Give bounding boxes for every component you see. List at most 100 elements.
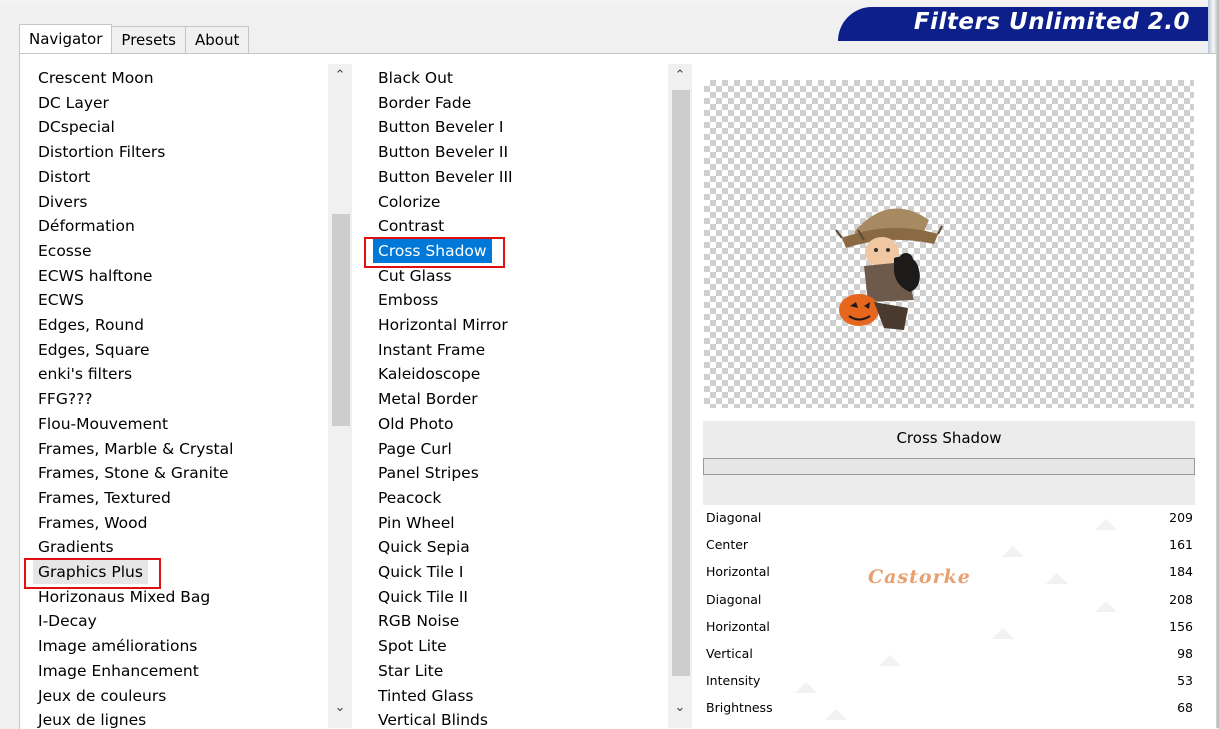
parameter-value: 68 [1177, 700, 1193, 716]
list-item[interactable]: DC Layer [24, 91, 109, 115]
list-item[interactable]: Page Curl [364, 437, 452, 461]
parameter-value: 53 [1177, 673, 1193, 689]
list-item[interactable]: Pin Wheel [364, 511, 455, 535]
list-item[interactable]: Frames, Wood [24, 511, 147, 535]
list-item[interactable]: Contrast [364, 214, 444, 238]
list-item[interactable]: Quick Tile I [364, 560, 463, 584]
tab-presets[interactable]: Presets [111, 26, 186, 53]
chevron-up-icon[interactable]: ⌃ [328, 64, 352, 88]
chevron-down-icon[interactable]: ⌄ [328, 696, 352, 720]
list-item[interactable]: Quick Sepia [364, 535, 470, 559]
list-item[interactable]: Horizonaus Mixed Bag [24, 585, 210, 609]
list-item[interactable]: Instant Frame [364, 338, 485, 362]
list-item[interactable]: Black Out [364, 66, 453, 90]
parameter-name: Horizontal [706, 564, 770, 580]
parameter-name: Horizontal [706, 618, 770, 634]
list-item[interactable]: DCspecial [24, 115, 115, 139]
slider-marker [1046, 573, 1069, 585]
list-item[interactable]: Kaleidoscope [364, 362, 480, 386]
parameter-row[interactable]: Center 161 [703, 532, 1195, 559]
list-item[interactable]: Gradients [24, 535, 114, 559]
list-item[interactable]: Distort [24, 165, 90, 189]
list-item[interactable]: Ecosse [24, 239, 92, 263]
filter-list[interactable]: Black Out Border Fade Button Beveler I Butt… [364, 64, 666, 728]
list-item[interactable]: Image Enhancement [24, 659, 199, 683]
parameter-row[interactable]: Horizontal 156 [703, 614, 1195, 641]
list-item[interactable]: Cut Glass [364, 264, 452, 288]
list-item[interactable]: enki's filters [24, 362, 132, 386]
list-item[interactable]: Jeux de couleurs [24, 684, 166, 708]
list-item[interactable]: ECWS halftone [24, 264, 152, 288]
watermark-text: Castorke [868, 566, 971, 588]
list-item[interactable]: Edges, Square [24, 338, 150, 362]
parameter-value: 208 [1169, 591, 1193, 607]
tab-navigator[interactable]: Navigator [19, 24, 113, 53]
list-item[interactable]: Button Beveler I [364, 115, 503, 139]
list-item[interactable]: Panel Stripes [364, 461, 479, 485]
list-item[interactable]: Star Lite [364, 659, 443, 683]
category-scroll-thumb[interactable] [332, 214, 350, 426]
slider-marker [878, 655, 901, 666]
parameter-value: 184 [1169, 564, 1193, 580]
parameter-name: Center [706, 537, 749, 553]
slider-marker [824, 709, 847, 721]
list-item[interactable]: Déformation [24, 214, 135, 238]
list-item[interactable]: Vertical Blinds [364, 708, 488, 728]
parameter-row[interactable]: Vertical 98 [703, 641, 1195, 668]
list-item[interactable]: Graphics Plus [33, 560, 148, 584]
list-item[interactable]: Metal Border [364, 387, 478, 411]
category-list[interactable]: Crescent Moon DC Layer DCspecial Distortion… [24, 64, 326, 728]
parameter-name: Diagonal [706, 591, 762, 607]
list-item[interactable]: Quick Tile II [364, 585, 468, 609]
list-item[interactable]: Flou-Mouvement [24, 412, 168, 436]
list-item[interactable]: Horizontal Mirror [364, 313, 508, 337]
list-item[interactable]: Distortion Filters [24, 140, 165, 164]
parameter-value: 209 [1169, 510, 1193, 525]
slider-marker [795, 682, 818, 694]
list-item[interactable]: Button Beveler III [364, 165, 513, 189]
list-item[interactable]: Emboss [364, 288, 438, 312]
category-scrollbar[interactable]: ⌃ ⌄ [328, 64, 352, 728]
list-item[interactable]: I-Decay [24, 609, 97, 633]
list-item[interactable]: Frames, Textured [24, 486, 171, 510]
list-item[interactable]: Button Beveler II [364, 140, 508, 164]
list-item[interactable]: Divers [24, 190, 87, 214]
parameter-row[interactable]: Diagonal 208 [703, 587, 1195, 614]
filters-unlimited-dialog: Filters Unlimited 2.0 Navigator Presets … [0, 0, 1219, 729]
list-item[interactable]: Spot Lite [364, 634, 447, 658]
banner-title: Filters Unlimited 2.0 [913, 9, 1190, 35]
filter-name-label: Cross Shadow [896, 429, 1002, 447]
chevron-down-icon[interactable]: ⌄ [668, 696, 692, 720]
preview-canvas [704, 80, 1194, 408]
parameter-name: Brightness [706, 700, 773, 716]
list-item[interactable]: Jeux de lignes [24, 708, 146, 728]
list-item[interactable]: Edges, Round [24, 313, 144, 337]
parameter-row[interactable]: Diagonal 209 [703, 505, 1195, 532]
list-item[interactable]: Image améliorations [24, 634, 197, 658]
list-item[interactable]: Frames, Stone & Granite [24, 461, 229, 485]
list-item[interactable]: RGB Noise [364, 609, 459, 633]
parameter-name: Diagonal [706, 510, 762, 525]
list-item[interactable]: Old Photo [364, 412, 454, 436]
tab-about[interactable]: About [185, 26, 250, 53]
parameter-name: Vertical [706, 646, 753, 661]
filter-scroll-thumb[interactable] [672, 90, 690, 676]
list-item[interactable]: ECWS [24, 288, 84, 312]
list-item[interactable]: FFG??? [24, 387, 93, 411]
filter-scrollbar[interactable]: ⌃ ⌄ [668, 64, 692, 728]
parameter-row[interactable]: Intensity 53 [703, 668, 1195, 695]
list-item[interactable]: Frames, Marble & Crystal [24, 437, 233, 461]
parameter-row[interactable]: Brightness 68 [703, 695, 1195, 722]
filter-info-panel: Cross Shadow [703, 421, 1195, 507]
list-item[interactable]: Crescent Moon [24, 66, 154, 90]
list-item[interactable]: Border Fade [364, 91, 471, 115]
chevron-up-icon[interactable]: ⌃ [668, 64, 692, 88]
tab-bar: Navigator Presets About [19, 24, 250, 54]
scarecrow-child-image [835, 208, 943, 330]
list-item[interactable]: Tinted Glass [364, 684, 473, 708]
slider-marker [1095, 600, 1118, 612]
parameter-value: 156 [1169, 618, 1193, 634]
list-item[interactable]: Colorize [364, 190, 440, 214]
list-item[interactable]: Cross Shadow [373, 238, 492, 263]
list-item[interactable]: Peacock [364, 486, 441, 510]
